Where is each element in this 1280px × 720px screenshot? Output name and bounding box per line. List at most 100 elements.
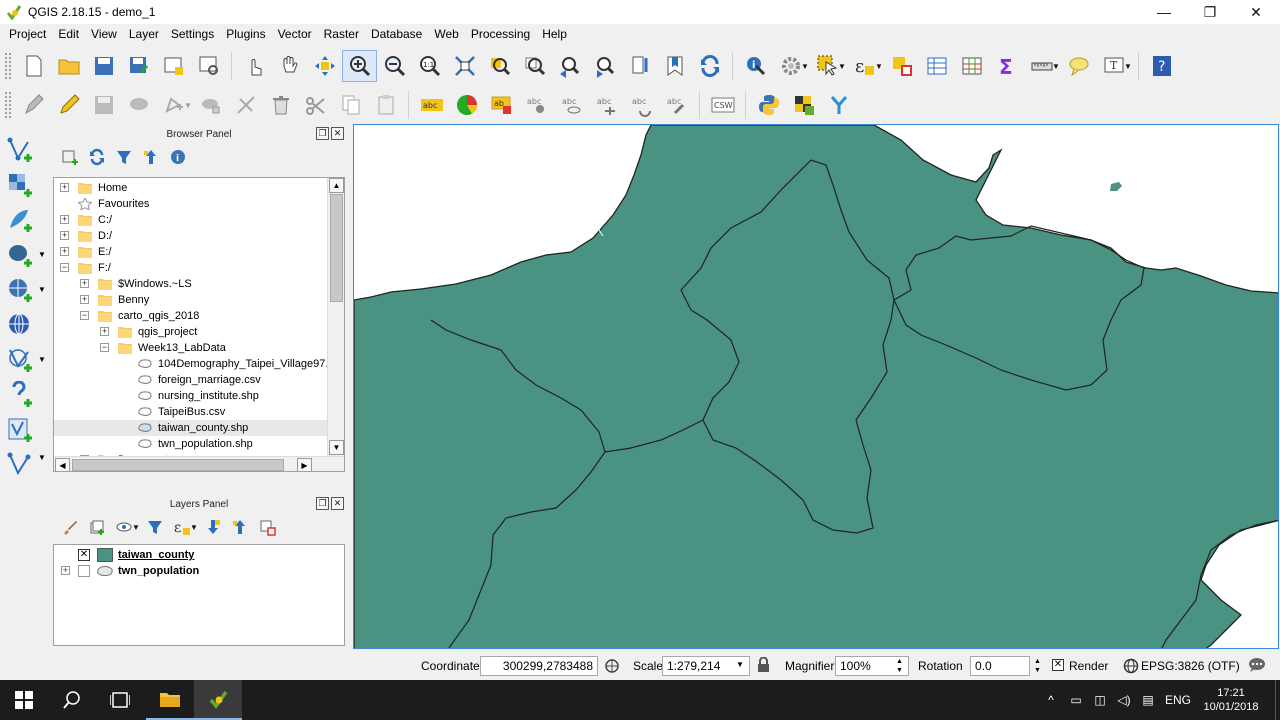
menu-layer[interactable]: Layer bbox=[123, 24, 165, 45]
network-tray-icon[interactable]: ◫ bbox=[1090, 680, 1110, 720]
attribute-table-button[interactable] bbox=[919, 50, 954, 82]
zoom-last-button[interactable] bbox=[552, 50, 587, 82]
chevron-down-icon[interactable]: ▼ bbox=[736, 660, 744, 669]
add-spatialite-layer-icon[interactable] bbox=[6, 206, 34, 234]
browser-item[interactable]: foreign_marriage.csv bbox=[54, 372, 328, 388]
browser-item[interactable]: 104Demography_Taipei_Village97.sl bbox=[54, 356, 336, 372]
touch-zoom-button[interactable] bbox=[237, 50, 272, 82]
layer-row-twn-population[interactable]: + twn_population bbox=[54, 563, 344, 579]
menu-edit[interactable]: Edit bbox=[52, 24, 85, 45]
search-button[interactable] bbox=[48, 680, 96, 720]
menu-web[interactable]: Web bbox=[428, 24, 464, 45]
browser-item[interactable]: − F:/ bbox=[54, 260, 328, 276]
zoom-to-selection-button[interactable] bbox=[482, 50, 517, 82]
chevron-down-icon[interactable]: ▼ bbox=[1123, 62, 1133, 71]
browser-vertical-scrollbar[interactable]: ▲ ▼ bbox=[327, 178, 344, 456]
chevron-down-icon[interactable]: ▼ bbox=[38, 250, 46, 259]
show-hide-labels-button[interactable]: abc bbox=[554, 89, 589, 121]
enable-properties-button[interactable]: i bbox=[164, 145, 191, 169]
minimize-button[interactable]: — bbox=[1141, 0, 1187, 24]
lock-icon[interactable] bbox=[757, 657, 770, 673]
expander-plus[interactable]: + bbox=[60, 247, 69, 256]
identify-features-button[interactable]: i bbox=[738, 50, 773, 82]
chevron-down-icon[interactable]: ▼ bbox=[38, 285, 46, 294]
refresh-browser-button[interactable] bbox=[83, 145, 110, 169]
chevron-down-icon[interactable]: ▼ bbox=[189, 523, 199, 532]
qgis-taskbar-button[interactable] bbox=[194, 680, 242, 720]
expand-all-button[interactable] bbox=[199, 515, 226, 539]
float-panel-button[interactable]: ❐ bbox=[316, 127, 329, 140]
toolbar-grip[interactable] bbox=[4, 52, 12, 80]
map-canvas[interactable] bbox=[353, 124, 1279, 649]
filter-browser-button[interactable] bbox=[110, 145, 137, 169]
refresh-button[interactable] bbox=[692, 50, 727, 82]
expander-plus[interactable]: + bbox=[80, 279, 89, 288]
layer-styling-button[interactable] bbox=[56, 515, 83, 539]
close-panel-button[interactable]: ✕ bbox=[331, 497, 344, 510]
chevron-down-icon[interactable]: ▼ bbox=[38, 453, 46, 462]
browser-item[interactable]: − Week13_LabData bbox=[54, 340, 328, 356]
clock[interactable]: 17:21 10/01/2018 bbox=[1198, 680, 1264, 720]
add-raster-layer-icon[interactable] bbox=[6, 171, 34, 199]
render-checkbox[interactable]: ✕ bbox=[1052, 659, 1064, 671]
browser-item[interactable]: + Home bbox=[54, 180, 328, 196]
hscroll-thumb[interactable] bbox=[72, 459, 284, 471]
menu-project[interactable]: Project bbox=[3, 24, 52, 45]
layer-visibility-checkbox[interactable] bbox=[78, 565, 90, 577]
zoom-next-button[interactable] bbox=[587, 50, 622, 82]
layer-name[interactable]: twn_population bbox=[118, 565, 199, 577]
crs-button[interactable]: EPSG:3826 (OTF) bbox=[1141, 659, 1240, 673]
tray-overflow-button[interactable]: ^ bbox=[1042, 680, 1060, 720]
scroll-up-arrow[interactable]: ▲ bbox=[329, 178, 344, 193]
add-wms-layer-icon[interactable] bbox=[6, 276, 34, 304]
statistical-summary-button[interactable]: Σ bbox=[989, 50, 1024, 82]
spin-arrows-icon[interactable]: ▲ ▼ bbox=[896, 657, 903, 675]
new-print-composer-button[interactable] bbox=[156, 50, 191, 82]
cut-features-button[interactable] bbox=[298, 89, 333, 121]
browser-item[interactable]: nursing_institute.shp bbox=[54, 388, 328, 404]
menu-help[interactable]: Help bbox=[536, 24, 573, 45]
expander-plus[interactable]: + bbox=[100, 327, 109, 336]
expander-plus[interactable]: + bbox=[60, 183, 69, 192]
scroll-right-arrow[interactable]: ▶ bbox=[297, 458, 312, 471]
menu-view[interactable]: View bbox=[85, 24, 123, 45]
scroll-down-arrow[interactable]: ▼ bbox=[329, 440, 344, 455]
add-wcs-layer-icon[interactable] bbox=[6, 311, 34, 339]
browser-item[interactable]: Favourites bbox=[54, 196, 328, 212]
chevron-down-icon[interactable]: ▼ bbox=[800, 62, 810, 71]
browser-item[interactable]: − carto_qgis_2018 bbox=[54, 308, 328, 324]
close-panel-button[interactable]: ✕ bbox=[331, 127, 344, 140]
pan-map-button[interactable] bbox=[272, 50, 307, 82]
close-button[interactable]: ✕ bbox=[1233, 0, 1279, 24]
zoom-in-button[interactable] bbox=[342, 50, 377, 82]
plugin-tool-button[interactable] bbox=[786, 89, 821, 121]
browser-item[interactable]: TaipeiBus.csv bbox=[54, 404, 328, 420]
browser-item[interactable]: + C:/ bbox=[54, 212, 328, 228]
add-delimited-text-icon[interactable] bbox=[6, 381, 34, 409]
expander-minus[interactable]: − bbox=[60, 263, 69, 272]
field-calculator-button[interactable] bbox=[954, 50, 989, 82]
coordinate-field[interactable]: 300299,2783488 bbox=[480, 656, 598, 676]
save-as-button[interactable] bbox=[121, 50, 156, 82]
chevron-down-icon[interactable]: ▼ bbox=[131, 523, 141, 532]
layer-visibility-checkbox[interactable]: ✕ bbox=[78, 549, 90, 561]
browser-horizontal-scrollbar[interactable]: ◀ ▶ bbox=[54, 456, 344, 471]
browser-item[interactable]: + qgis_project bbox=[54, 324, 328, 340]
add-group-button[interactable] bbox=[83, 515, 110, 539]
maximize-button[interactable]: ❐ bbox=[1187, 0, 1233, 24]
scroll-left-arrow[interactable]: ◀ bbox=[55, 458, 70, 471]
menu-plugins[interactable]: Plugins bbox=[220, 24, 271, 45]
open-project-button[interactable] bbox=[51, 50, 86, 82]
browser-item[interactable]: + $Windows.~LS bbox=[54, 276, 328, 292]
spin-arrows-icon[interactable]: ▲ ▼ bbox=[1034, 657, 1041, 675]
change-label-button[interactable]: abc bbox=[659, 89, 694, 121]
zoom-native-button[interactable]: 1:1 bbox=[412, 50, 447, 82]
zoom-out-button[interactable] bbox=[377, 50, 412, 82]
chevron-down-icon[interactable]: ▼ bbox=[1051, 62, 1061, 71]
network-plugin-button[interactable] bbox=[821, 89, 856, 121]
pan-to-selection-button[interactable] bbox=[307, 50, 342, 82]
file-explorer-button[interactable] bbox=[146, 680, 194, 720]
add-csw-button[interactable]: CSW bbox=[705, 89, 740, 121]
toggle-editing-button[interactable] bbox=[51, 89, 86, 121]
pin-labels-button[interactable]: abc bbox=[519, 89, 554, 121]
